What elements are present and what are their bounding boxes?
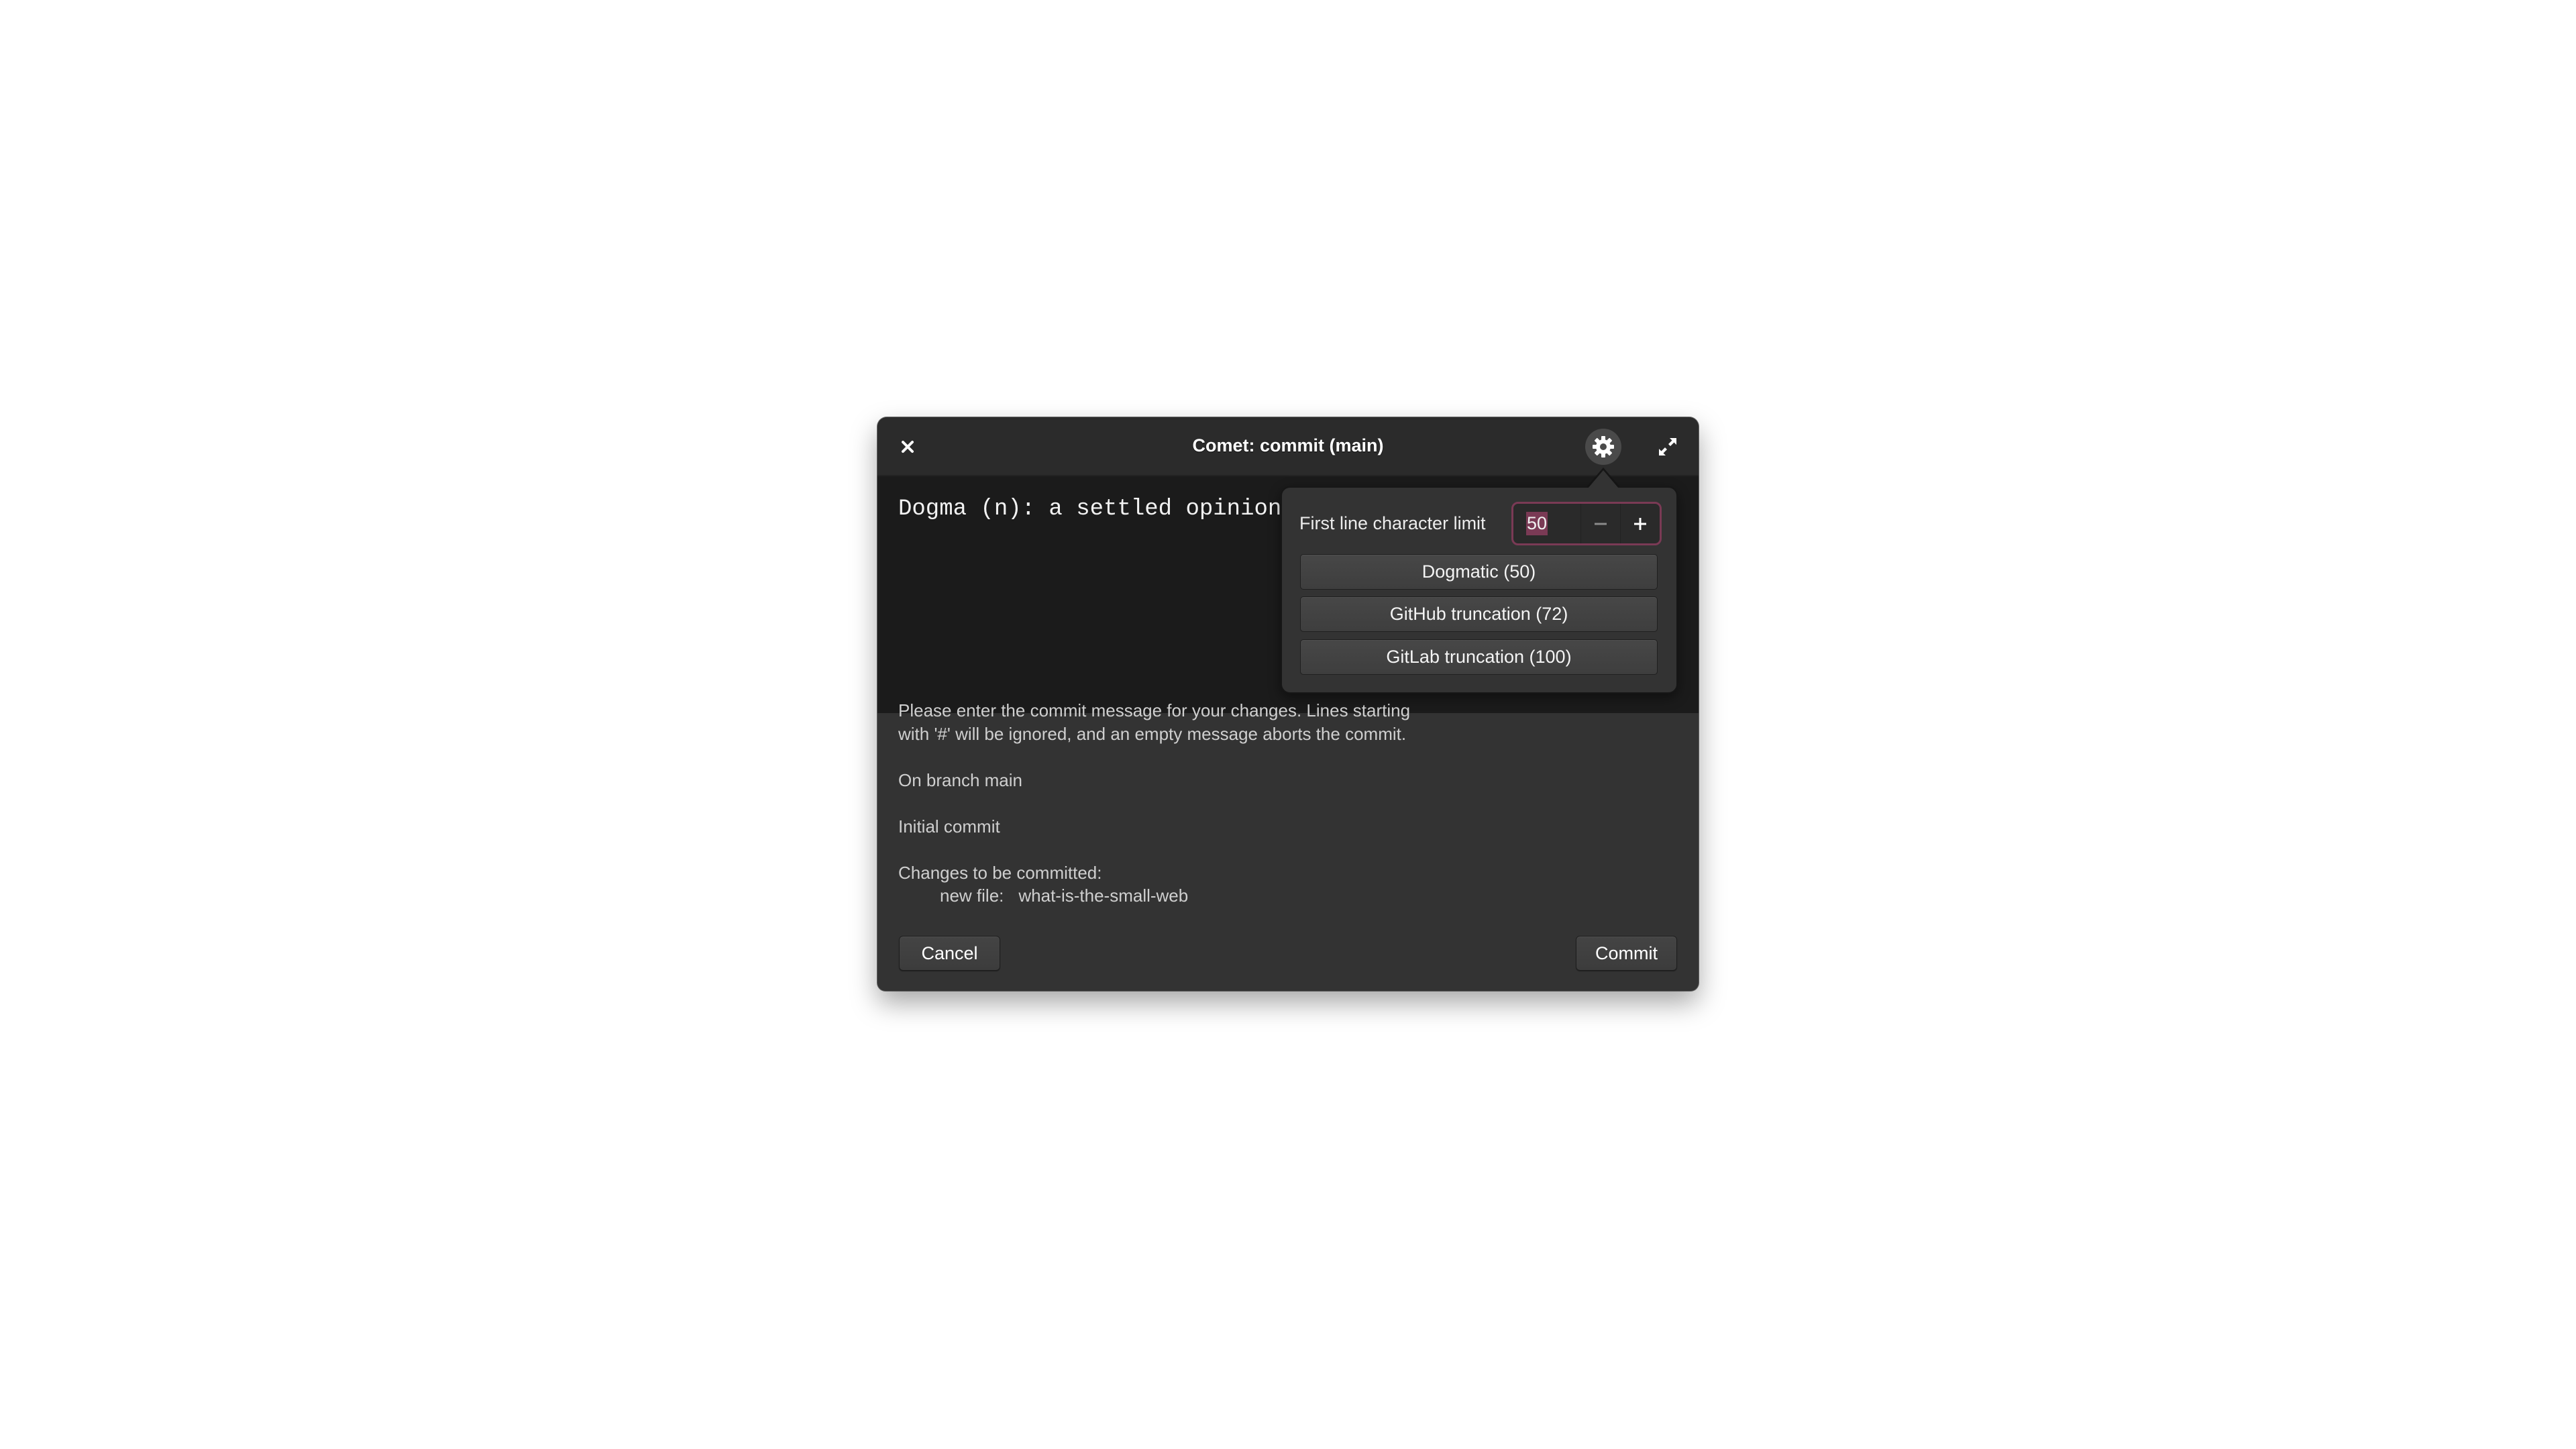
char-limit-label: First line character limit [1299,513,1486,533]
settings-button[interactable] [1585,429,1621,465]
preset-github-button[interactable]: GitHub truncation (72) [1300,596,1658,632]
minus-icon [1595,523,1607,525]
plus-icon [1634,517,1646,530]
change-kind: new file: [940,885,1004,906]
preset-gitlab-button[interactable]: GitLab truncation (100) [1300,639,1658,675]
decrement-button[interactable] [1580,504,1620,543]
window-title: Comet: commit (main) [1192,435,1384,455]
expand-icon [1659,438,1676,455]
title-bar: Comet: commit (main) [877,417,1699,476]
popover-arrow-fill [1588,470,1619,488]
changed-file-row: new file: what-is-the-small-web [898,884,1410,908]
maximize-button[interactable] [1657,436,1678,458]
initial-commit-text: Initial commit [898,816,1000,837]
char-limit-input[interactable]: 50 [1513,504,1580,543]
changes-header: Changes to be committed: [898,862,1102,883]
increment-button[interactable] [1620,504,1660,543]
help-text-line-1: Please enter the commit message for your… [898,700,1411,720]
commit-info: Please enter the commit message for your… [898,699,1410,908]
gear-icon [1593,436,1614,458]
changed-file-name: what-is-the-small-web [1018,885,1189,906]
char-limit-spinbox[interactable]: 50 [1511,502,1662,545]
commit-button[interactable]: Commit [1576,936,1677,971]
preset-dogmatic-button[interactable]: Dogmatic (50) [1300,554,1658,590]
cancel-button[interactable]: Cancel [899,936,1000,971]
help-text-line-2: with '#' will be ignored, and an empty m… [898,723,1407,744]
branch-text: On branch main [898,769,1022,790]
settings-popover: First line character limit 50 Dogmatic (… [1281,486,1678,694]
char-limit-value[interactable]: 50 [1526,512,1548,535]
